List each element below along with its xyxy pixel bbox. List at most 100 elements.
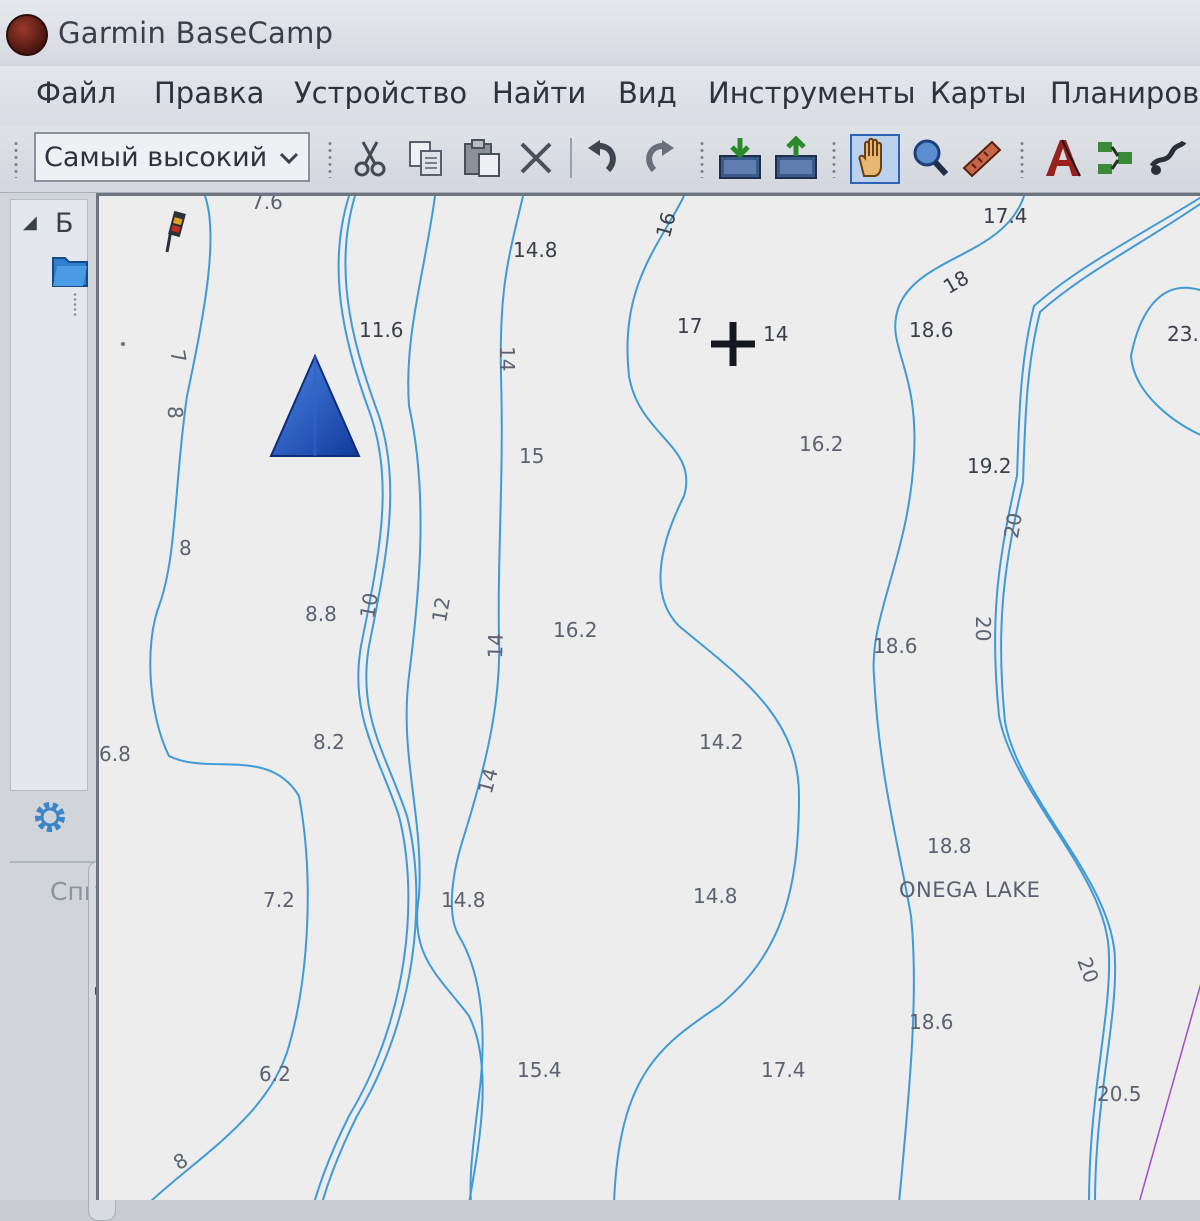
redo-icon xyxy=(646,140,674,173)
depth-label: 16.2 xyxy=(553,618,598,642)
depth-label: 20.5 xyxy=(1097,1082,1142,1106)
redo-button[interactable] xyxy=(636,136,680,180)
depth-label: 8.8 xyxy=(305,602,337,626)
send-to-device-button[interactable] xyxy=(774,136,818,180)
menu-view[interactable]: Вид xyxy=(618,76,677,110)
library-panel: ◢ Б Спи xyxy=(0,193,100,1200)
toolbar-grip[interactable] xyxy=(832,140,836,178)
tree-root-label[interactable]: Б xyxy=(55,208,74,239)
map-marker-icon[interactable] xyxy=(161,210,191,254)
undo-button[interactable] xyxy=(582,136,626,180)
library-tree[interactable]: ◢ Б xyxy=(10,199,88,791)
contour-line xyxy=(313,196,410,1200)
contour-line xyxy=(149,196,309,1200)
toolbar-grip[interactable] xyxy=(700,140,704,178)
menu-device[interactable]: Устройство xyxy=(294,76,467,110)
depth-label: 8 xyxy=(163,406,187,419)
window-title: Garmin BaseCamp xyxy=(58,16,334,50)
lake-name-label: ONEGA LAKE xyxy=(899,878,1041,902)
depth-label: 17.4 xyxy=(983,204,1028,228)
depth-label: 14 xyxy=(495,346,519,372)
depth-label: 8 xyxy=(179,536,192,560)
waypoint-triangle-icon[interactable] xyxy=(267,352,363,462)
track-tool-button[interactable] xyxy=(1146,136,1190,180)
delete-icon xyxy=(520,142,552,174)
contour-line xyxy=(321,196,418,1200)
chevron-down-icon xyxy=(279,152,299,165)
route-tool-button[interactable] xyxy=(1094,136,1138,180)
depth-label: 8.2 xyxy=(313,730,345,754)
depth-label: 14.8 xyxy=(693,884,738,908)
depth-label: 14.8 xyxy=(441,888,486,912)
menu-planner[interactable]: Планировщ xyxy=(1050,76,1200,110)
folder-icon[interactable] xyxy=(51,252,89,288)
copy-icon xyxy=(409,141,442,176)
toolbar: Самый высокий xyxy=(0,126,1200,193)
undo-icon xyxy=(588,140,616,173)
depth-label: 11.6 xyxy=(359,318,404,342)
depth-contours xyxy=(149,196,1200,1200)
toolbar-separator xyxy=(570,138,572,178)
toolbar-grip[interactable] xyxy=(14,140,18,178)
depth-label: 10 xyxy=(355,590,384,621)
depth-label: 14 xyxy=(483,632,508,659)
gear-icon[interactable] xyxy=(30,797,70,837)
depth-label: 14 xyxy=(763,322,789,346)
depth-label: 14.2 xyxy=(699,730,744,754)
depth-label: 18.8 xyxy=(927,834,972,858)
map-view[interactable]: 7.6 17.4 18 14.8 16 11.6 17 14 18.6 23.5… xyxy=(96,193,1200,1200)
track-tool-icon xyxy=(1149,140,1187,175)
depth-label: 15 xyxy=(519,444,545,468)
cut-button[interactable] xyxy=(348,136,392,180)
paste-icon xyxy=(464,139,500,177)
contour-line xyxy=(994,196,1200,1200)
text-tool-button[interactable] xyxy=(1040,136,1084,180)
depth-label: 6.2 xyxy=(259,1062,291,1086)
menu-maps[interactable]: Карты xyxy=(930,76,1027,110)
panel-divider xyxy=(10,861,96,863)
contour-line xyxy=(1129,286,1200,436)
depth-label: 18.6 xyxy=(909,1010,954,1034)
depth-label: 17 xyxy=(677,314,703,338)
toolbar-grip[interactable] xyxy=(1020,140,1024,178)
toolbar-grip[interactable] xyxy=(328,140,332,178)
route-line xyxy=(1139,983,1200,1200)
paste-button[interactable] xyxy=(460,136,504,180)
contour-line xyxy=(872,196,1025,1200)
delete-button[interactable] xyxy=(514,136,558,180)
crosshair-cursor-icon xyxy=(711,322,755,366)
depth-label: 14.8 xyxy=(513,238,558,262)
depth-label: 16.2 xyxy=(799,432,844,456)
receive-from-device-button[interactable] xyxy=(718,136,762,180)
contour-line xyxy=(405,196,484,1200)
zoom-tool-icon xyxy=(913,139,949,177)
depth-label: 17.4 xyxy=(761,1058,806,1082)
menu-tools[interactable]: Инструменты xyxy=(708,76,916,110)
measure-tool-icon xyxy=(962,140,1002,178)
menu-bar: Файл Правка Устройство Найти Вид Инструм… xyxy=(0,66,1200,126)
menu-find[interactable]: Найти xyxy=(492,76,586,110)
map-detail-value: Самый высокий xyxy=(44,142,268,173)
map-detail-select[interactable]: Самый высокий xyxy=(34,132,310,182)
depth-label: 20 xyxy=(971,616,995,642)
depth-label: 18.6 xyxy=(909,318,954,342)
depth-label: 18.6 xyxy=(873,634,918,658)
depth-label: 15.4 xyxy=(517,1058,562,1082)
menu-file[interactable]: Файл xyxy=(36,76,116,110)
depth-label: 12 xyxy=(427,594,456,625)
zoom-tool-button[interactable] xyxy=(908,136,952,180)
send-to-device-icon xyxy=(775,136,817,179)
tree-expand-icon[interactable]: ◢ xyxy=(23,212,37,233)
hand-tool-button[interactable] xyxy=(850,134,900,184)
contour-line xyxy=(613,196,801,1200)
depth-label: 23.5 xyxy=(1167,322,1200,346)
map-dot xyxy=(121,342,125,346)
app-icon[interactable] xyxy=(6,14,48,56)
receive-from-device-icon xyxy=(719,138,761,179)
depth-label: 19.2 xyxy=(967,454,1012,478)
depth-label: 7.6 xyxy=(251,193,283,214)
menu-edit[interactable]: Правка xyxy=(154,76,264,110)
depth-label: 7.2 xyxy=(263,888,295,912)
copy-button[interactable] xyxy=(404,136,448,180)
measure-tool-button[interactable] xyxy=(960,136,1004,180)
